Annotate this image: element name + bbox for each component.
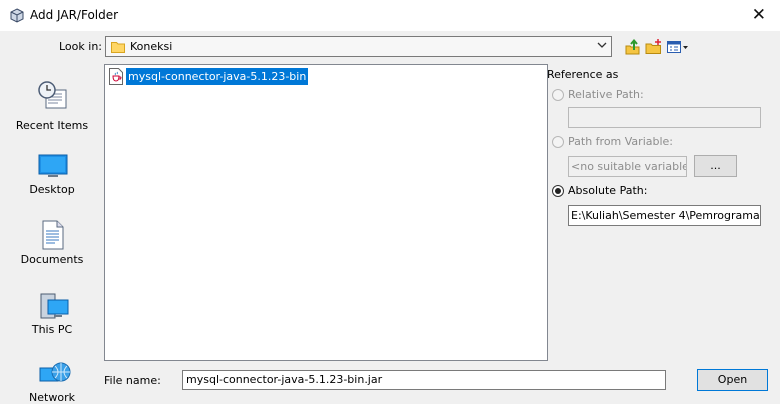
place-label: Recent Items	[15, 119, 89, 132]
documents-icon	[41, 220, 65, 253]
file-name-label: File name:	[104, 374, 161, 387]
view-menu-icon[interactable]	[666, 38, 690, 56]
place-label: Desktop	[29, 183, 75, 196]
look-in-value: Koneksi	[130, 40, 173, 53]
look-in-label: Look in:	[59, 40, 102, 53]
reference-as-heading: Reference as	[547, 68, 619, 81]
up-folder-icon[interactable]	[624, 38, 642, 56]
absolute-path-label: Absolute Path:	[568, 184, 648, 197]
place-recent-items[interactable]: Recent Items	[3, 80, 101, 142]
window-title: Add JAR/Folder	[30, 8, 119, 22]
file-name-input[interactable]: mysql-connector-java-5.1.23-bin.jar	[182, 370, 666, 390]
relative-path-label: Relative Path:	[568, 88, 644, 101]
place-network[interactable]: Network	[3, 360, 101, 404]
place-desktop[interactable]: Desktop	[3, 152, 101, 212]
place-this-pc[interactable]: This PC	[3, 290, 101, 352]
app-cube-icon	[10, 8, 24, 23]
relative-path-radio[interactable]	[552, 89, 564, 101]
desktop-icon	[38, 152, 68, 183]
place-label: This PC	[31, 323, 73, 336]
file-name: mysql-connector-java-5.1.23-bin	[126, 68, 309, 85]
relative-path-field[interactable]	[568, 107, 761, 128]
look-in-combo[interactable]: Koneksi	[105, 36, 612, 57]
this-pc-icon	[39, 292, 69, 323]
place-documents[interactable]: Documents	[3, 220, 101, 282]
open-button[interactable]: Open	[697, 369, 768, 391]
jar-file-icon	[108, 68, 124, 88]
network-icon	[39, 360, 71, 391]
places-bar: Recent Items Desktop Documents This PC N…	[3, 62, 101, 404]
browse-variable-button[interactable]: ...	[694, 155, 737, 177]
absolute-path-field[interactable]: E:\Kuliah\Semester 4\Pemrograman 1\4	[568, 205, 761, 226]
path-from-variable-radio[interactable]	[552, 136, 564, 148]
close-icon[interactable]: ✕	[752, 5, 766, 25]
new-folder-icon[interactable]	[645, 38, 663, 56]
variable-select[interactable]: <no suitable variable>	[568, 156, 687, 177]
place-label: Network	[29, 391, 75, 404]
place-label: Documents	[20, 253, 84, 266]
title-bar: Add JAR/Folder ✕	[0, 0, 780, 31]
file-list[interactable]: mysql-connector-java-5.1.23-bin	[104, 64, 548, 361]
folder-icon	[111, 40, 125, 56]
recent-items-icon	[37, 80, 69, 115]
absolute-path-radio[interactable]	[552, 185, 564, 197]
chevron-down-icon[interactable]	[597, 39, 607, 54]
path-from-variable-label: Path from Variable:	[568, 135, 673, 148]
